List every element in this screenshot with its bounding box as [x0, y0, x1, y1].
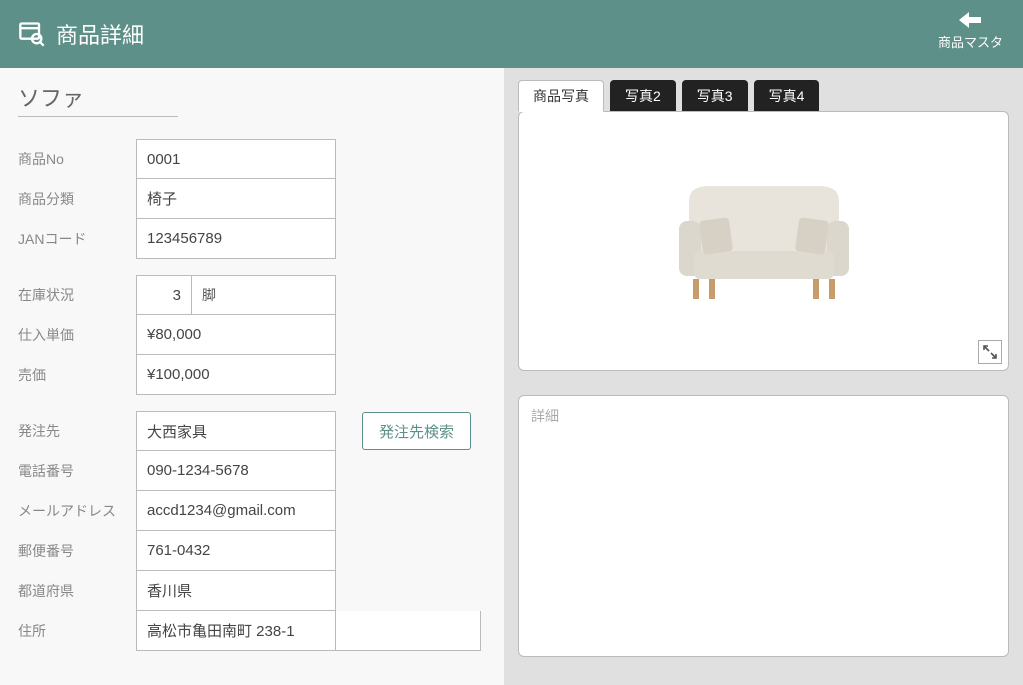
- stock-unit: 脚: [192, 275, 336, 315]
- media-panel: 商品写真 写真2 写真3 写真4: [504, 68, 1023, 685]
- tab-photo-main[interactable]: 商品写真: [518, 80, 604, 112]
- address2-input[interactable]: [336, 611, 481, 651]
- cost-input[interactable]: [136, 315, 336, 355]
- detail-textarea[interactable]: [531, 406, 996, 646]
- product-search-icon: [18, 20, 46, 48]
- app-header: 商品詳細 商品マスタ: [0, 0, 1023, 68]
- email-input[interactable]: [136, 491, 336, 531]
- label-postcode: 郵便番号: [18, 531, 136, 571]
- jan-input[interactable]: [136, 219, 336, 259]
- label-category: 商品分類: [18, 179, 136, 219]
- price-input[interactable]: [136, 355, 336, 395]
- back-arrow-icon: [957, 10, 983, 30]
- photo-tabs: 商品写真 写真2 写真3 写真4: [518, 80, 1009, 112]
- label-product-no: 商品No: [18, 139, 136, 179]
- tab-photo-2[interactable]: 写真2: [610, 80, 676, 112]
- tab-photo-4[interactable]: 写真4: [754, 80, 820, 112]
- label-phone: 電話番号: [18, 451, 136, 491]
- label-jan: JANコード: [18, 219, 136, 259]
- label-cost: 仕入単価: [18, 315, 136, 355]
- label-address: 住所: [18, 611, 136, 651]
- prefecture-input[interactable]: [136, 571, 336, 611]
- label-supplier: 発注先: [18, 411, 136, 451]
- label-stock: 在庫状況: [18, 275, 136, 315]
- expand-icon[interactable]: [978, 340, 1002, 364]
- detail-box: [518, 395, 1009, 657]
- phone-input[interactable]: [136, 451, 336, 491]
- product-no-input[interactable]: [136, 139, 336, 179]
- stock-qty-input[interactable]: [136, 275, 192, 315]
- label-email: メールアドレス: [18, 491, 136, 531]
- tab-photo-3[interactable]: 写真3: [682, 80, 748, 112]
- label-prefecture: 都道府県: [18, 571, 136, 611]
- category-input[interactable]: [136, 179, 336, 219]
- photo-box: [518, 111, 1009, 371]
- back-button[interactable]: 商品マスタ: [938, 10, 1003, 51]
- supplier-input[interactable]: [136, 411, 336, 451]
- page-title: 商品詳細: [56, 18, 144, 50]
- product-name-input[interactable]: [18, 82, 178, 117]
- postcode-input[interactable]: [136, 531, 336, 571]
- sofa-image: [659, 161, 869, 321]
- address1-input[interactable]: [136, 611, 336, 651]
- form-panel: 商品No 商品分類 JANコード 在庫状況 脚: [0, 68, 504, 685]
- back-label: 商品マスタ: [938, 32, 1003, 51]
- label-price: 売価: [18, 355, 136, 395]
- supplier-search-button[interactable]: 発注先検索: [362, 412, 471, 450]
